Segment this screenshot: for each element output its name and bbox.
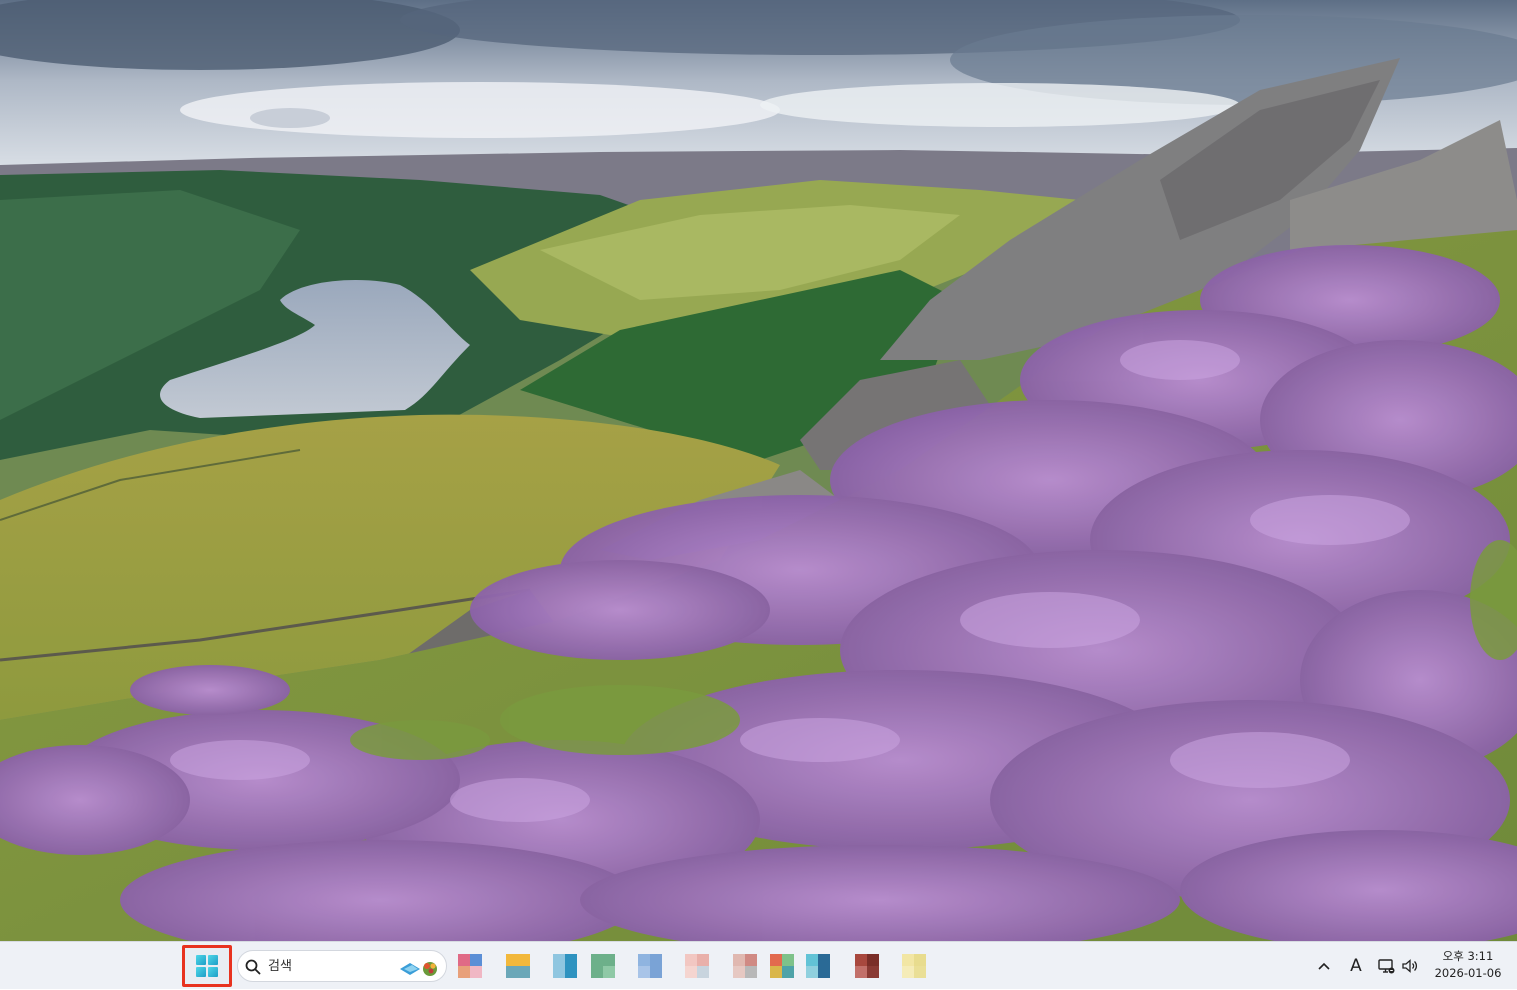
taskbar: 검색 A 오후 3:11 2026-01-06 xyxy=(0,941,1517,989)
taskbar-app-5-icon[interactable] xyxy=(638,954,662,978)
start-button[interactable] xyxy=(182,945,232,987)
volume-icon[interactable] xyxy=(1399,942,1421,990)
taskbar-app-4-icon[interactable] xyxy=(591,954,615,978)
clock-time: 오후 3:11 xyxy=(1442,949,1494,963)
search-highlight-icon xyxy=(400,962,437,976)
search-icon xyxy=(245,959,261,975)
desktop-wallpaper xyxy=(0,0,1517,941)
taskbar-app-2-icon[interactable] xyxy=(506,954,530,978)
taskbar-app-10-icon[interactable] xyxy=(855,954,879,978)
system-clock[interactable]: 오후 3:11 2026-01-06 xyxy=(1428,948,1508,982)
windows-logo-icon xyxy=(196,955,218,977)
taskbar-app-3-icon[interactable] xyxy=(553,954,577,978)
clock-date: 2026-01-06 xyxy=(1434,966,1502,980)
show-hidden-icons-button[interactable] xyxy=(1312,942,1336,990)
taskbar-app-8-icon[interactable] xyxy=(770,954,794,978)
taskbar-app-11-icon[interactable] xyxy=(902,954,926,978)
network-icon[interactable] xyxy=(1375,942,1397,990)
taskbar-app-1-icon[interactable] xyxy=(458,954,482,978)
input-method-indicator[interactable]: A xyxy=(1343,942,1369,990)
search-box[interactable]: 검색 xyxy=(237,950,447,982)
chevron-up-icon xyxy=(1318,962,1330,970)
taskbar-app-6-icon[interactable] xyxy=(685,954,709,978)
taskbar-app-7-icon[interactable] xyxy=(733,954,757,978)
taskbar-app-9-icon[interactable] xyxy=(806,954,830,978)
search-placeholder: 검색 xyxy=(268,959,292,974)
